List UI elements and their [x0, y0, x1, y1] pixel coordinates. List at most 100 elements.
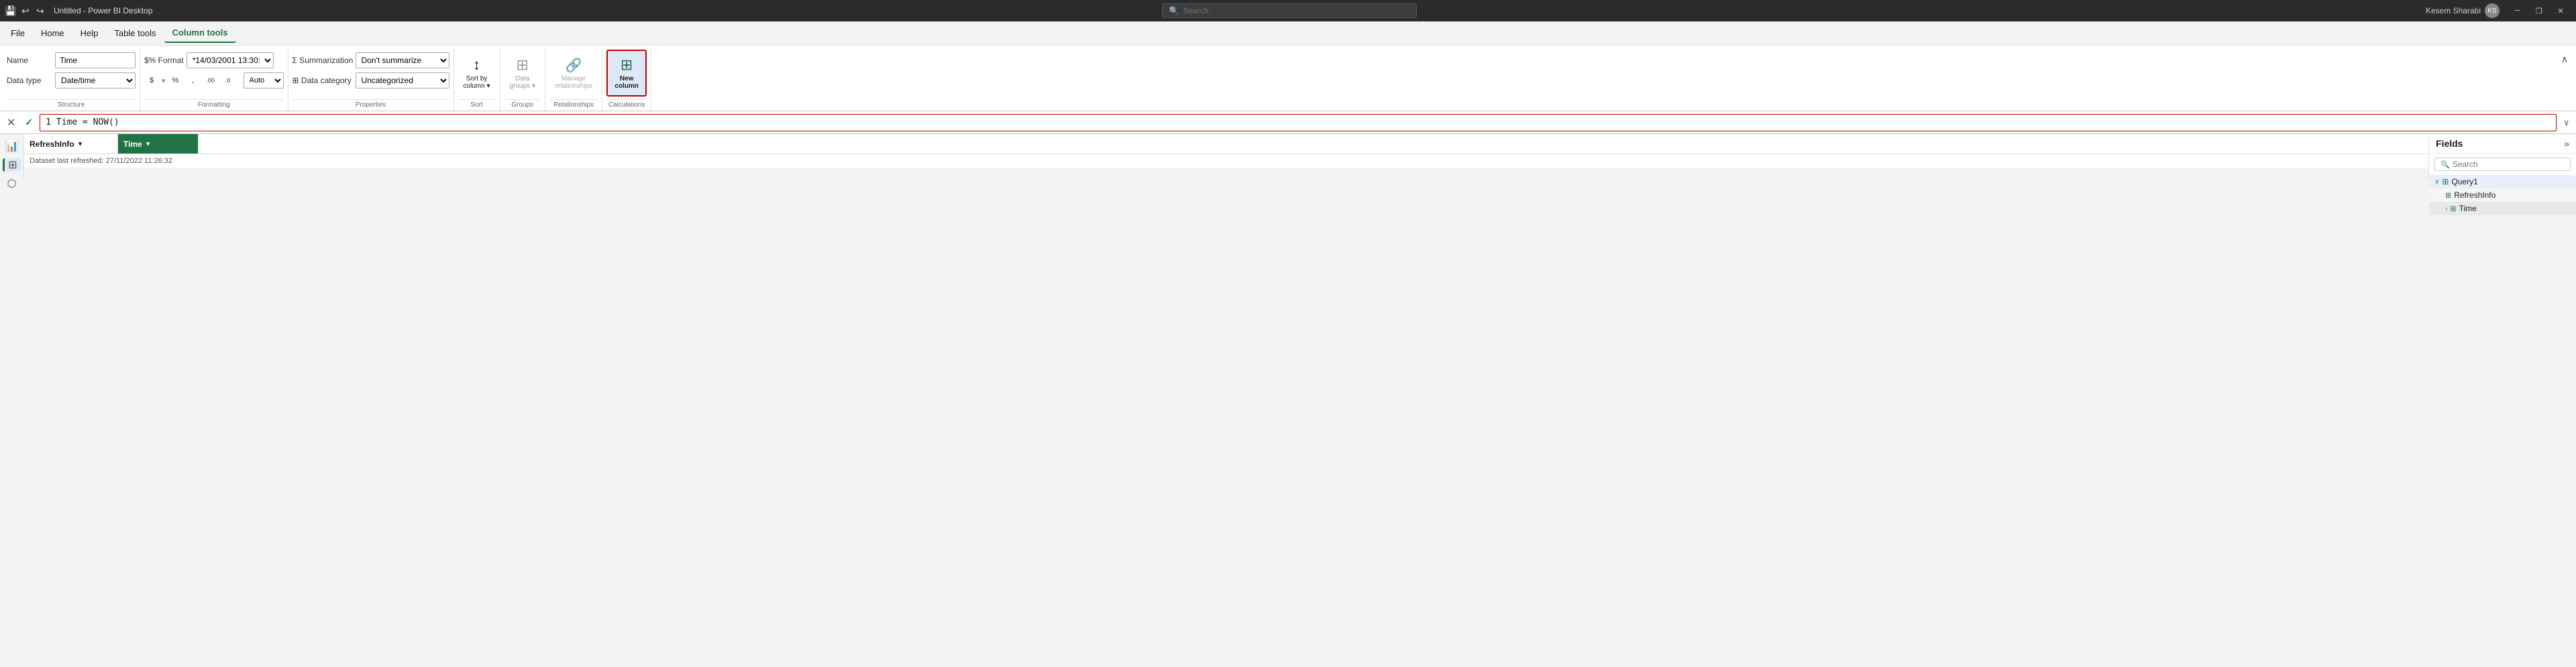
formula-cancel-icon[interactable]: ✕: [4, 115, 18, 131]
format-select[interactable]: *14/03/2001 13:30:...: [186, 52, 274, 68]
fields-search-box[interactable]: 🔍: [2434, 158, 2571, 171]
calculations-content: ⊞ Newcolumn: [606, 50, 647, 97]
structure-group-label: Structure: [7, 99, 136, 111]
column-header-refreshinfo[interactable]: RefreshInfo ▾: [24, 134, 118, 154]
tree-label-time: Time: [2459, 204, 2477, 213]
save-icon[interactable]: 💾: [5, 5, 16, 16]
ribbon-group-sort: ↕ Sort bycolumn ▾ Sort: [454, 48, 500, 111]
data-groups-button[interactable]: ⊞ Datagroups ▾: [504, 50, 541, 97]
menu-item-file[interactable]: File: [3, 24, 33, 43]
formula-dropdown-button[interactable]: ∨: [2561, 115, 2572, 130]
formula-bar: ✕ ✓ 1 Time = NOW() ∨: [0, 111, 2576, 134]
sidebar-icon-bar-chart[interactable]: 📊: [3, 139, 21, 153]
menu-item-help[interactable]: Help: [72, 24, 107, 43]
app-title: Untitled - Power BI Desktop: [54, 6, 152, 15]
ribbon-group-properties: Σ Summarization Don't summarize Sum Aver…: [288, 48, 454, 111]
tree-chevron-time: ›: [2445, 205, 2447, 213]
comma-button[interactable]: ,: [186, 74, 201, 87]
formula-input[interactable]: 1 Time = NOW(): [40, 114, 2557, 131]
data-groups-icon: ⊞: [517, 56, 529, 74]
close-button[interactable]: ✕: [2551, 3, 2571, 18]
sidebar-icon-table[interactable]: ⊞: [3, 158, 21, 172]
main-content: RefreshInfo ▾ Time ▾ Dataset last refres…: [24, 134, 2428, 180]
left-sidebar: 📊 ⊞ ⬡: [0, 134, 24, 180]
sidebar-icon-relationships[interactable]: ⬡: [3, 177, 21, 190]
sort-by-column-label: Sort bycolumn ▾: [464, 75, 490, 90]
percent-button[interactable]: %: [168, 74, 183, 87]
name-label: Name: [7, 56, 52, 65]
manage-relationships-label: Managerelationships: [555, 75, 592, 90]
category-field: ⊞ Data category Uncategorized Address Ci…: [292, 71, 449, 90]
ribbon-collapse-area: ∧: [2556, 48, 2573, 111]
groups-group-label: Groups: [504, 99, 541, 111]
user-avatar: KS: [2485, 3, 2500, 18]
properties-fields: Σ Summarization Don't summarize Sum Aver…: [292, 50, 449, 91]
new-column-label: Newcolumn: [614, 75, 639, 90]
tree-subitem-refreshinfo[interactable]: ⊞ RefreshInfo: [2429, 188, 2576, 202]
groups-content: ⊞ Datagroups ▾: [504, 50, 541, 97]
right-panel-toggle-button[interactable]: »: [2564, 138, 2569, 149]
new-column-icon: ⊞: [621, 56, 633, 74]
undo-icon[interactable]: ↩: [20, 5, 31, 16]
formula-confirm-icon[interactable]: ✓: [22, 115, 36, 129]
sort-by-column-button[interactable]: ↕ Sort bycolumn ▾: [458, 50, 496, 97]
properties-group-label: Properties: [292, 99, 449, 111]
col-refreshinfo-dropdown[interactable]: ▾: [77, 139, 84, 148]
tree-label-query1: Query1: [2451, 177, 2477, 186]
relationships-group-label: Relationships: [549, 99, 598, 111]
col-refreshinfo-label: RefreshInfo: [30, 139, 74, 149]
tree-chevron-query1: ∨: [2434, 178, 2439, 186]
menu-item-column-tools[interactable]: Column tools: [164, 24, 236, 43]
format-field: $% Format *14/03/2001 13:30:...: [144, 51, 284, 70]
menu-item-home[interactable]: Home: [33, 24, 72, 43]
sort-by-column-icon: ↕: [473, 56, 480, 74]
ribbon-collapse-button[interactable]: ∧: [2559, 51, 2571, 68]
fields-title: Fields: [2436, 138, 2463, 149]
sort-content: ↕ Sort bycolumn ▾: [458, 50, 496, 97]
structure-fields: Name Data type Date/time Date Time Text: [7, 50, 136, 91]
ribbon-group-calculations: ⊞ Newcolumn Calculations: [602, 48, 651, 111]
restore-button[interactable]: ❐: [2529, 3, 2549, 18]
ribbon: Name Data type Date/time Date Time Text …: [0, 46, 2576, 111]
ribbon-group-structure: Name Data type Date/time Date Time Text …: [3, 48, 140, 111]
datatype-select[interactable]: Date/time Date Time Text: [55, 72, 136, 88]
datatype-field: Data type Date/time Date Time Text: [7, 71, 136, 90]
tree-item-query1[interactable]: ∨ ⊞ Query1: [2429, 175, 2576, 188]
category-select[interactable]: Uncategorized Address City: [356, 72, 449, 88]
col-time-dropdown[interactable]: ▾: [145, 139, 152, 148]
name-input[interactable]: [55, 52, 136, 68]
summarization-select[interactable]: Don't summarize Sum Average Min Max: [356, 52, 449, 68]
menu-item-table-tools[interactable]: Table tools: [106, 24, 164, 43]
format-label: $% Format: [144, 56, 184, 65]
datatype-label: Data type: [7, 76, 52, 85]
dollar-button[interactable]: $: [144, 74, 159, 87]
manage-relationships-button[interactable]: 🔗 Managerelationships: [549, 50, 598, 97]
thousands-button[interactable]: .00: [203, 74, 218, 87]
decimal-dec-button[interactable]: .0: [221, 74, 235, 87]
formatting-group-label: Formatting: [144, 99, 284, 111]
new-column-button[interactable]: ⊞ Newcolumn: [606, 50, 647, 97]
dataset-info: Dataset last refreshed: 27/11/2022 11:26…: [24, 154, 2428, 168]
fields-search-icon: 🔍: [2440, 160, 2450, 169]
summarization-label: Σ Summarization: [292, 56, 353, 65]
redo-icon[interactable]: ↪: [35, 5, 46, 16]
titlebar-search-box[interactable]: 🔍: [1162, 3, 1417, 18]
fields-search-input[interactable]: [2453, 160, 2565, 169]
formatting-fields: $% Format *14/03/2001 13:30:... $ ▾ % , …: [144, 50, 284, 91]
minimize-button[interactable]: ─: [2508, 3, 2528, 18]
ribbon-group-formatting: $% Format *14/03/2001 13:30:... $ ▾ % , …: [140, 48, 288, 111]
titlebar-search-input[interactable]: [1183, 6, 1409, 15]
properties-content: Σ Summarization Don't summarize Sum Aver…: [292, 50, 449, 97]
column-header-time[interactable]: Time ▾: [118, 134, 199, 154]
structure-content: Name Data type Date/time Date Time Text: [7, 50, 136, 97]
ribbon-group-groups: ⊞ Datagroups ▾ Groups: [500, 48, 545, 111]
tree-icon-query1: ⊞: [2442, 177, 2449, 186]
sort-group-label: Sort: [458, 99, 496, 111]
dataset-label: Dataset last refreshed:: [30, 157, 104, 165]
table-header: RefreshInfo ▾ Time ▾: [24, 134, 2428, 154]
tree-subitem-time[interactable]: › ⊞ Time: [2429, 202, 2576, 215]
right-panel-header: Fields »: [2429, 134, 2576, 154]
data-groups-label: Datagroups ▾: [510, 75, 535, 90]
auto-select[interactable]: Auto $ %: [244, 72, 284, 88]
formula-text: 1 Time = NOW(): [46, 117, 119, 127]
